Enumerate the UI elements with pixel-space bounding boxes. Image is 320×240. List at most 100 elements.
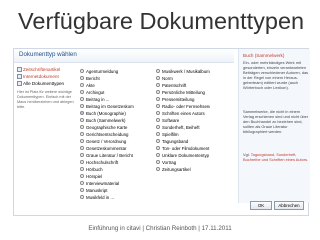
- document-type-label: Norm: [162, 76, 173, 81]
- nav-item-internetdokument[interactable]: Internetdokument: [17, 73, 75, 80]
- radio-icon: [80, 195, 84, 200]
- document-type-option[interactable]: Buch (Monographie): [80, 110, 134, 117]
- document-type-label: Interviewmaterial: [86, 181, 120, 186]
- document-type-option[interactable]: Manuskript: [80, 187, 134, 194]
- document-type-label: Beitrag in ...: [86, 97, 110, 102]
- radio-icon: [80, 153, 84, 158]
- radio-icon: [80, 160, 84, 165]
- document-type-label: Tagungsband: [162, 139, 189, 144]
- ok-button[interactable]: OK: [250, 201, 272, 210]
- radio-icon: [80, 69, 84, 74]
- radio-icon: [80, 83, 84, 88]
- document-type-option[interactable]: Akte: [80, 82, 134, 89]
- document-type-option[interactable]: Pressemitteilung: [156, 96, 210, 103]
- document-type-option[interactable]: Persönliche Mitteilung: [156, 89, 210, 96]
- dialog-title: Dokumenttyp wählen: [19, 51, 77, 58]
- document-type-option[interactable]: Gesetz / Verordnung: [80, 138, 134, 145]
- description-links[interactable]: Tagungsband, Sonderheft, Buchreihe und S…: [243, 152, 308, 162]
- document-type-option[interactable]: Vortrag: [156, 159, 210, 166]
- document-type-option[interactable]: Patentschrift: [156, 82, 210, 89]
- radio-icon: [156, 97, 160, 102]
- document-type-option[interactable]: Unklare Dokumententyp: [156, 152, 210, 159]
- document-type-option[interactable]: Zeitungsartikel: [156, 166, 210, 173]
- radio-icon: [156, 146, 160, 151]
- document-type-option[interactable]: Interviewmaterial: [80, 180, 134, 187]
- document-type-label: Gesetz / Verordnung: [86, 139, 127, 144]
- cancel-button[interactable]: Abbrechen: [274, 201, 304, 210]
- document-type-option[interactable]: Hochschulschrift: [80, 159, 134, 166]
- radio-icon: [156, 167, 160, 172]
- document-type-label: Buch (Monographie): [86, 111, 126, 116]
- document-icon: [17, 74, 22, 80]
- document-type-option[interactable]: Beitrag in ...: [80, 96, 134, 103]
- document-type-label: Musikwerk / Musikalbum: [162, 69, 210, 74]
- document-type-option[interactable]: Schriften eines Autors: [156, 110, 210, 117]
- document-type-label: Software: [162, 118, 180, 123]
- document-type-option[interactable]: Hörbuch: [80, 166, 134, 173]
- radio-icon: [80, 104, 84, 109]
- document-type-label: Schriften eines Autors: [162, 111, 205, 116]
- radio-icon: [80, 118, 84, 123]
- slide-footer: Einführung in citavi | Christian Reinbot…: [88, 225, 232, 232]
- document-type-dialog: Dokumenttyp wählen Zeitschriftenartikel …: [13, 48, 310, 216]
- document-type-label: Archivgut: [86, 90, 105, 95]
- radio-icon: [80, 139, 84, 144]
- radio-icon: [156, 118, 160, 123]
- document-type-option[interactable]: Norm: [156, 75, 210, 82]
- document-type-option[interactable]: Gerichtsentscheidung: [80, 131, 134, 138]
- radio-icon: [156, 111, 160, 116]
- document-type-option[interactable]: Agenturmeldung: [80, 68, 134, 75]
- document-type-label: Akte: [86, 83, 95, 88]
- document-type-label: Agenturmeldung: [86, 69, 119, 74]
- radio-icon: [156, 125, 160, 130]
- radio-icon: [156, 90, 160, 95]
- description-paragraph-3: Vgl. Tagungsband, Sonderheft, Buchreihe …: [243, 152, 309, 162]
- document-type-label: Sonderheft, Beiheft: [162, 125, 200, 130]
- document-type-option[interactable]: Ton- oder Filmdokument: [156, 145, 210, 152]
- radio-icon: [156, 76, 160, 81]
- document-type-option[interactable]: Musikfeld in ...: [80, 194, 134, 201]
- nav-item-alle-dokumenttypen[interactable]: Alle Dokumenttypen: [17, 80, 75, 87]
- document-type-option[interactable]: Graue Literatur / Bericht / Report: [80, 152, 134, 159]
- document-type-option[interactable]: Buch (Sammelwerk): [80, 117, 134, 124]
- document-type-label: Zeitungsartikel: [162, 167, 191, 172]
- document-type-option[interactable]: Radio- oder Fernsehsendung: [156, 103, 210, 110]
- radio-icon: [156, 160, 160, 165]
- document-type-label: Ton- oder Filmdokument: [162, 146, 210, 151]
- document-type-option[interactable]: Sonderheft, Beiheft: [156, 124, 210, 131]
- description-panel: Buch (Sammelwerk) Ein- oder mehrbändiges…: [238, 49, 310, 203]
- radio-icon: [156, 69, 160, 74]
- document-type-label: Hörbuch: [86, 167, 103, 172]
- document-type-option[interactable]: Software: [156, 117, 210, 124]
- document-type-option[interactable]: Spielfilm: [156, 131, 210, 138]
- document-type-option[interactable]: Gesetzeskommentar: [80, 145, 134, 152]
- document-type-option[interactable]: Beitrag im Gesetzeskommentar: [80, 103, 134, 110]
- document-type-label: Hochschulschrift: [86, 160, 119, 165]
- document-type-option[interactable]: Bericht: [80, 75, 134, 82]
- document-type-label: Spielfilm: [162, 132, 179, 137]
- dialog-header: Dokumenttyp wählen: [14, 49, 234, 63]
- radio-icon: [156, 139, 160, 144]
- radio-icon: [80, 188, 84, 193]
- document-type-label: Patentschrift: [162, 83, 187, 88]
- document-type-option[interactable]: Hörspiel: [80, 173, 134, 180]
- document-type-label: Vortrag: [162, 160, 177, 165]
- radio-icon: [80, 76, 84, 81]
- radio-icon: [80, 125, 84, 130]
- slide-title: Verfügbare Dokumenttypen: [18, 8, 305, 34]
- nav-help-text: Hier ist Platz für weitere wichtige Doku…: [17, 90, 74, 109]
- document-type-option[interactable]: Geographische Karte: [80, 124, 134, 131]
- list-icon: [17, 81, 22, 87]
- document-type-label: Manuskript: [86, 188, 108, 193]
- document-type-option[interactable]: Archivgut: [80, 89, 134, 96]
- document-type-label: Hörspiel: [86, 174, 103, 179]
- document-type-option[interactable]: Musikwerk / Musikalbum: [156, 68, 210, 75]
- radio-icon: [156, 83, 160, 88]
- description-paragraph-2: Sammelwerke, die nicht in einem Verlag e…: [243, 109, 309, 134]
- radio-icon: [156, 104, 160, 109]
- document-type-label: Beitrag im Gesetzeskommentar: [86, 104, 134, 109]
- document-type-option[interactable]: Tagungsband: [156, 138, 210, 145]
- document-type-label: Radio- oder Fernsehsendung: [162, 104, 210, 109]
- description-title: Buch (Sammelwerk): [243, 53, 285, 58]
- nav-item-zeitschriftenartikel[interactable]: Zeitschriftenartikel: [17, 66, 75, 73]
